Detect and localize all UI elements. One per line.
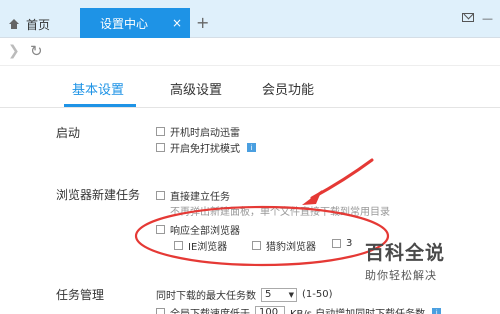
tab-advanced-settings[interactable]: 高级设置: [170, 79, 222, 98]
browser-tab-strip: 首页 设置中心 × + —: [0, 0, 500, 38]
browser-option-direct[interactable]: 直接建立任务: [156, 188, 230, 203]
direct-task-label: 直接建立任务: [170, 192, 230, 203]
settings-tabs: 基本设置 高级设置 会员功能: [0, 66, 500, 108]
tab-settings-center-label: 设置中心: [100, 16, 149, 31]
navigation-bar: ❯ ↻: [0, 38, 500, 66]
autostart-label: 开机时启动迅雷: [170, 128, 240, 139]
tab-settings-center[interactable]: 设置中心 ×: [80, 8, 190, 38]
startup-option-dnd[interactable]: 开启免打扰模式 i: [156, 140, 256, 155]
watermark-title: 百科全说: [365, 242, 446, 264]
max-tasks-row: 同时下载的最大任务数 5 ▼ (1-50): [156, 287, 333, 302]
info-icon[interactable]: i: [247, 143, 256, 152]
direct-task-checkbox[interactable]: [156, 191, 165, 200]
other-browser-label: 3: [346, 238, 353, 249]
startup-option-autostart[interactable]: 开机时启动迅雷: [156, 124, 240, 139]
tab-basic-settings[interactable]: 基本设置: [72, 79, 124, 98]
add-tab-button[interactable]: +: [196, 15, 209, 31]
tab-home[interactable]: 首页: [0, 10, 80, 38]
minimize-button[interactable]: —: [482, 12, 493, 25]
direct-task-hint: 不再弹出新建面板，单个文件直接下载到常用目录: [170, 207, 390, 218]
speed-value: 100: [259, 307, 279, 314]
mail-icon: [462, 13, 474, 22]
all-browsers-label: 响应全部浏览器: [170, 226, 240, 237]
other-browser-checkbox[interactable]: [332, 239, 341, 248]
speed-prefix: 全局下载速度低于: [170, 305, 250, 314]
back-arrow-icon[interactable]: ❯: [8, 43, 20, 59]
autostart-checkbox[interactable]: [156, 127, 165, 136]
section-startup-label: 启动: [56, 126, 81, 140]
close-tab-icon[interactable]: ×: [172, 16, 182, 30]
section-task-mgmt-label: 任务管理: [56, 288, 105, 302]
browser-other[interactable]: 3: [332, 238, 352, 249]
speed-suffix: KB/s 自动增加同时下载任务数: [290, 305, 425, 314]
annotation-arrow: [302, 158, 374, 205]
tab-home-label: 首页: [26, 17, 51, 32]
dnd-label: 开启免打扰模式: [170, 144, 240, 155]
watermark: 百科全说 助你轻松解决: [365, 238, 485, 283]
speed-input[interactable]: 100: [255, 305, 285, 314]
dnd-checkbox[interactable]: [156, 143, 165, 152]
active-tab-indicator: [64, 104, 136, 107]
mail-button[interactable]: [462, 12, 474, 25]
max-tasks-select[interactable]: 5 ▼: [261, 287, 297, 302]
speed-checkbox[interactable]: [156, 308, 165, 314]
speed-info-icon[interactable]: i: [432, 308, 442, 314]
max-tasks-label: 同时下载的最大任务数: [156, 291, 256, 302]
chevron-down-icon: ▼: [288, 290, 294, 299]
browser-option-all[interactable]: 响应全部浏览器: [156, 222, 240, 237]
watermark-subtitle: 助你轻松解决: [365, 269, 437, 282]
liebao-label: 猎豹浏览器: [266, 242, 316, 253]
max-tasks-value: 5: [265, 289, 272, 300]
section-browser-task-label: 浏览器新建任务: [56, 188, 141, 202]
browser-liebao[interactable]: 猎豹浏览器: [252, 238, 316, 253]
liebao-checkbox[interactable]: [252, 241, 261, 250]
browser-ie[interactable]: IE浏览器: [174, 238, 227, 253]
all-browsers-checkbox[interactable]: [156, 225, 165, 234]
tab-member-features[interactable]: 会员功能: [262, 79, 314, 98]
ie-label: IE浏览器: [188, 242, 228, 253]
max-tasks-range: (1-50): [302, 289, 333, 300]
home-icon: [8, 19, 20, 29]
ie-checkbox[interactable]: [174, 241, 183, 250]
speed-row: 全局下载速度低于 100 KB/s 自动增加同时下载任务数 i: [156, 305, 442, 314]
refresh-icon[interactable]: ↻: [30, 42, 43, 60]
